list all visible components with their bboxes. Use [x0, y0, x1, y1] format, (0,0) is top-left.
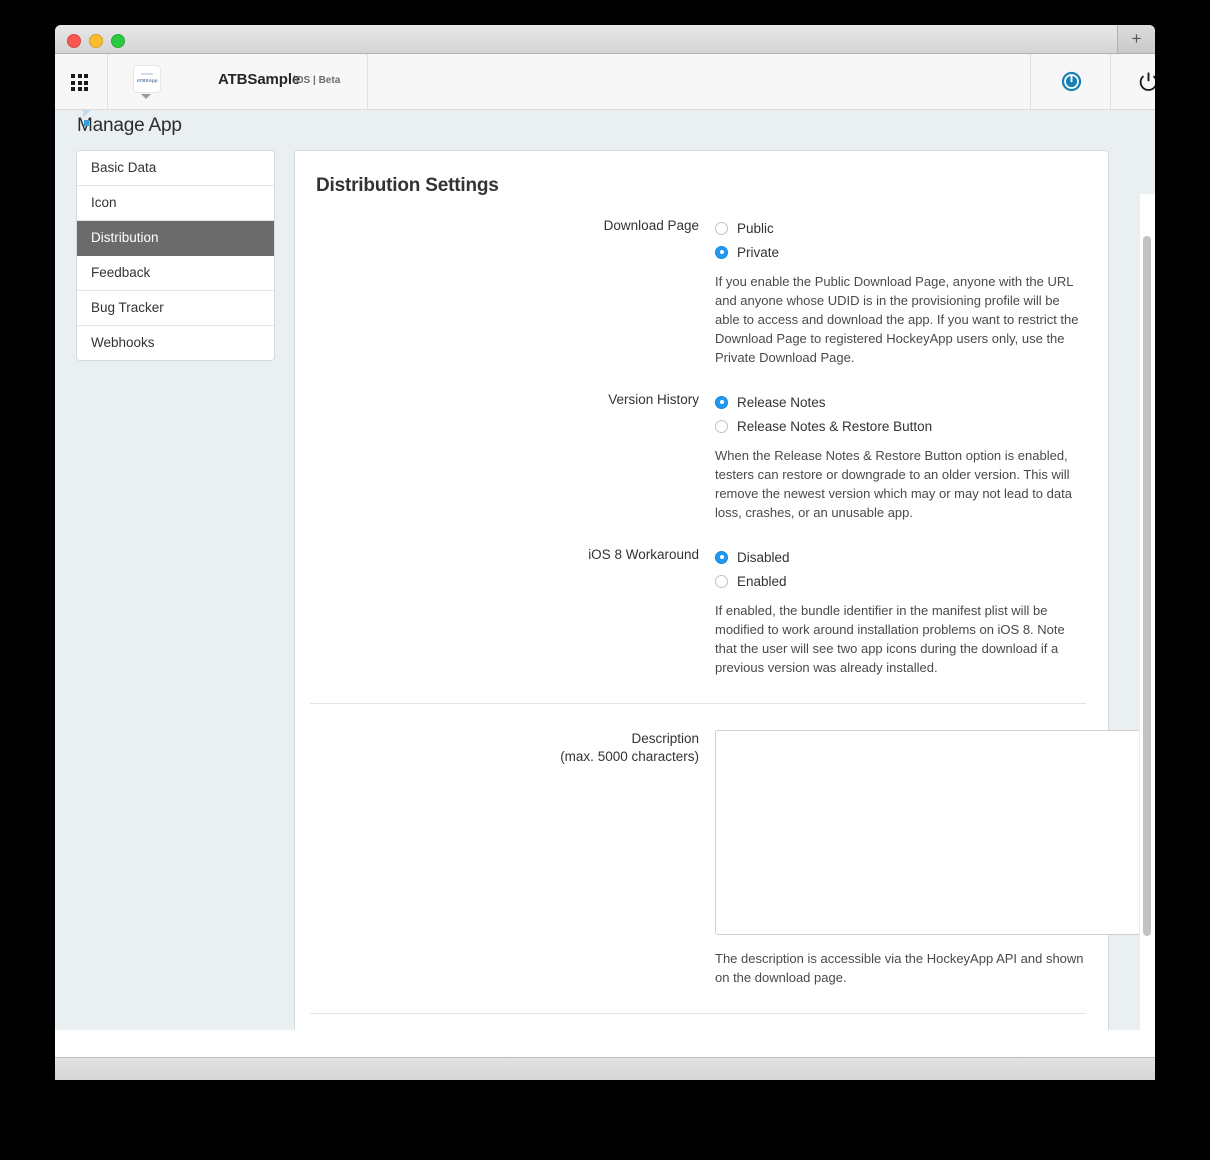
radio-download-page-private[interactable]: Private — [715, 241, 1086, 263]
page-scrollbar[interactable] — [1139, 194, 1155, 1030]
browser-window: + nerodis ATBSApp ATBSample iOS | Beta M… — [55, 25, 1155, 1080]
version-history-help: When the Release Notes & Restore Button … — [715, 448, 1072, 520]
radio-unchecked-icon — [715, 419, 728, 433]
app-platform-label: iOS | Beta — [293, 75, 341, 86]
radio-download-page-public[interactable]: Public — [715, 217, 1086, 239]
description-sublabel-text: (max. 5000 characters) — [560, 749, 699, 764]
apps-menu-button[interactable] — [55, 54, 108, 109]
distribution-settings-form: Download Page Public Private If you enab… — [295, 197, 1155, 1030]
description-textarea[interactable] — [715, 730, 1155, 935]
section-divider-2 — [310, 1013, 1086, 1014]
page-body: Manage App Basic Data Icon Distribution … — [55, 110, 1155, 1030]
app-thumbnail-icon: nerodis ATBSApp — [133, 65, 161, 93]
sidebar-item-distribution[interactable]: Distribution — [77, 221, 274, 256]
apps-grid-icon — [71, 74, 88, 91]
sidebar-item-label: Bug Tracker — [91, 300, 164, 315]
distribution-settings-card: Distribution Settings Download Page Publ… — [294, 150, 1155, 1030]
radio-unchecked-icon — [715, 221, 728, 235]
logout-button[interactable] — [1111, 54, 1155, 109]
power-circle-icon — [1061, 71, 1082, 92]
page-title-text: Manage App — [77, 115, 182, 136]
ios8-workaround-help: If enabled, the bundle identifier in the… — [715, 603, 1065, 675]
account-status-button[interactable] — [1030, 54, 1111, 109]
app-thumb-line2: ATBSApp — [136, 78, 158, 83]
zoom-window-button[interactable] — [111, 34, 125, 48]
field-description: Description (max. 5000 characters) The d… — [295, 730, 1155, 987]
chevron-down-icon[interactable] — [141, 94, 151, 99]
card-title: Distribution Settings — [316, 175, 499, 196]
radio-checked-icon — [715, 395, 728, 409]
radio-version-history-release-notes[interactable]: Release Notes — [715, 391, 1086, 413]
radio-label: Private — [737, 244, 780, 260]
sidebar-item-webhooks[interactable]: Webhooks — [77, 326, 274, 360]
description-label-text: Description — [631, 731, 699, 746]
window-controls — [67, 34, 125, 48]
version-history-label: Version History — [608, 392, 699, 407]
radio-checked-icon — [715, 550, 728, 564]
app-topbar: nerodis ATBSApp ATBSample iOS | Beta — [55, 54, 1155, 110]
app-thumb-line1: nerodis — [141, 72, 153, 76]
radio-version-history-release-notes-restore[interactable]: Release Notes & Restore Button — [715, 415, 1086, 437]
page-title: Manage App — [77, 110, 182, 137]
app-switcher[interactable]: nerodis ATBSApp ATBSample iOS | Beta — [108, 54, 368, 109]
sidebar-item-label: Distribution — [91, 230, 159, 245]
close-window-button[interactable] — [67, 34, 81, 48]
app-name-label: ATBSample — [218, 71, 301, 88]
field-download-page: Download Page Public Private If you enab… — [295, 217, 1108, 367]
sidebar-item-label: Webhooks — [91, 335, 155, 350]
radio-checked-icon — [715, 245, 728, 259]
new-tab-button[interactable]: + — [1117, 25, 1155, 53]
download-page-label: Download Page — [603, 218, 699, 233]
description-help: The description is accessible via the Ho… — [715, 951, 1084, 985]
cursor-artifact-dot-icon — [84, 120, 89, 126]
radio-label: Public — [737, 220, 774, 236]
power-icon — [1139, 72, 1155, 91]
radio-label: Release Notes — [737, 394, 826, 410]
ios8-workaround-label: iOS 8 Workaround — [588, 547, 699, 562]
sidebar-item-label: Feedback — [91, 265, 151, 280]
radio-label: Disabled — [737, 549, 790, 565]
scrollbar-thumb[interactable] — [1143, 236, 1151, 936]
radio-label: Release Notes & Restore Button — [737, 418, 933, 434]
section-divider — [310, 703, 1086, 704]
sidebar-item-label: Icon — [91, 195, 117, 210]
sidebar-item-basic-data[interactable]: Basic Data — [77, 151, 274, 186]
sidebar-item-icon[interactable]: Icon — [77, 186, 274, 221]
radio-ios8-enabled[interactable]: Enabled — [715, 570, 1086, 592]
radio-unchecked-icon — [715, 574, 728, 588]
field-ios8-workaround: iOS 8 Workaround Disabled Enabled If ena… — [295, 546, 1108, 677]
minimize-window-button[interactable] — [89, 34, 103, 48]
window-titlebar: + — [55, 25, 1155, 54]
sidebar-item-feedback[interactable]: Feedback — [77, 256, 274, 291]
description-label: Description (max. 5000 characters) — [295, 730, 699, 766]
settings-sidebar: Basic Data Icon Distribution Feedback Bu… — [76, 150, 275, 361]
sidebar-item-label: Basic Data — [91, 160, 157, 175]
radio-label: Enabled — [737, 573, 787, 589]
sidebar-item-bug-tracker[interactable]: Bug Tracker — [77, 291, 274, 326]
field-version-history: Version History Release Notes Release No… — [295, 391, 1108, 522]
window-statusbar — [55, 1057, 1155, 1080]
download-page-help: If you enable the Public Download Page, … — [715, 274, 1079, 365]
radio-ios8-disabled[interactable]: Disabled — [715, 546, 1086, 568]
